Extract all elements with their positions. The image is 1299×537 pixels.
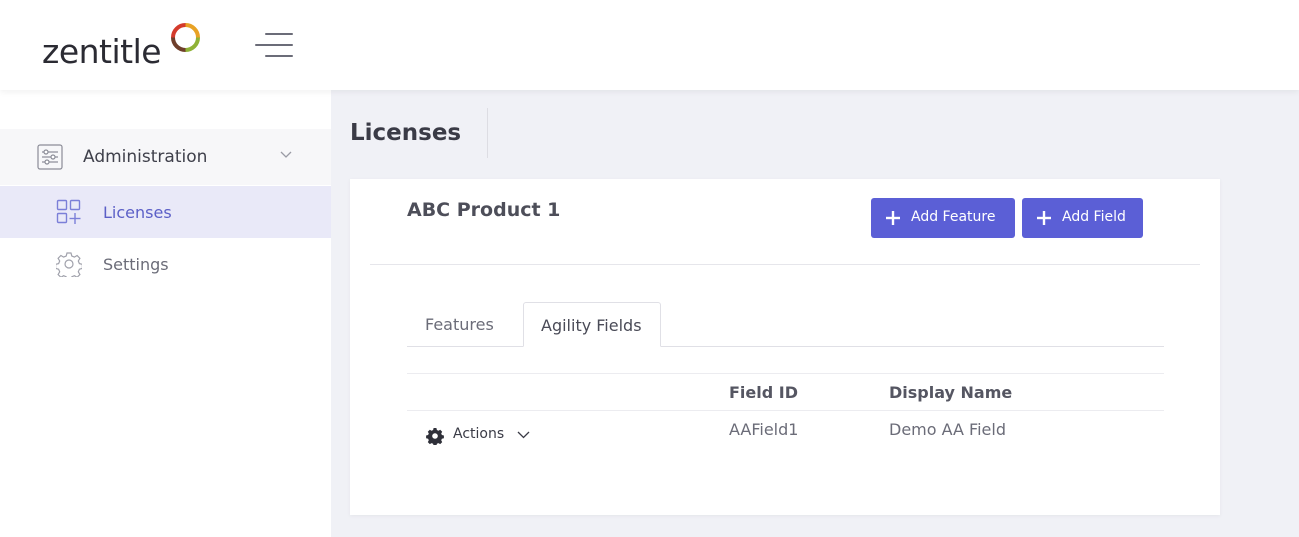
add-feature-button[interactable]: Add Feature: [871, 198, 1015, 238]
sidebar-group-administration[interactable]: Administration: [0, 129, 331, 185]
card-divider: [370, 264, 1200, 265]
plus-icon: [886, 211, 900, 225]
tab-label: Features: [425, 315, 494, 334]
logo-ring-icon: [171, 23, 200, 52]
table-top-border: [407, 373, 1164, 374]
cell-field-id: AAField1: [729, 420, 799, 439]
sidebar-item-label: Settings: [103, 255, 169, 274]
logo-text: zentitle: [42, 32, 162, 71]
title-divider: [487, 108, 488, 158]
sidebar-group-label: Administration: [83, 147, 208, 167]
sliders-icon: [37, 144, 63, 170]
sidebar-item-settings[interactable]: Settings: [0, 238, 331, 290]
cell-display-name: Demo AA Field: [889, 420, 1006, 439]
product-card: ABC Product 1 Add Feature Add Field Feat…: [350, 179, 1220, 515]
tab-features[interactable]: Features: [407, 302, 521, 347]
chevron-down-icon: [280, 151, 292, 158]
actions-dropdown[interactable]: Actions: [426, 425, 536, 447]
grid-plus-icon: [56, 199, 81, 224]
chevron-down-icon: [517, 431, 530, 439]
top-bar: zentitle: [0, 0, 1299, 90]
column-header-display-name: Display Name: [889, 383, 1013, 402]
tab-label: Agility Fields: [541, 316, 642, 335]
column-header-field-id: Field ID: [729, 383, 799, 402]
hamburger-icon[interactable]: [255, 33, 295, 59]
gear-icon: [426, 428, 444, 445]
page-title: Licenses: [350, 120, 462, 146]
add-field-button[interactable]: Add Field: [1022, 198, 1143, 238]
sidebar-item-licenses[interactable]: Licenses: [0, 186, 331, 238]
add-field-label: Add Field: [1062, 209, 1126, 225]
gear-icon: [56, 252, 82, 277]
tab-agility-fields[interactable]: Agility Fields: [523, 302, 661, 347]
table-header-border: [407, 410, 1164, 411]
add-feature-label: Add Feature: [911, 209, 996, 225]
plus-icon: [1037, 211, 1051, 225]
actions-label: Actions: [453, 426, 505, 442]
sidebar: Administration Licenses Settings: [0, 90, 331, 537]
product-name: ABC Product 1: [407, 199, 561, 221]
sidebar-item-label: Licenses: [103, 203, 172, 222]
